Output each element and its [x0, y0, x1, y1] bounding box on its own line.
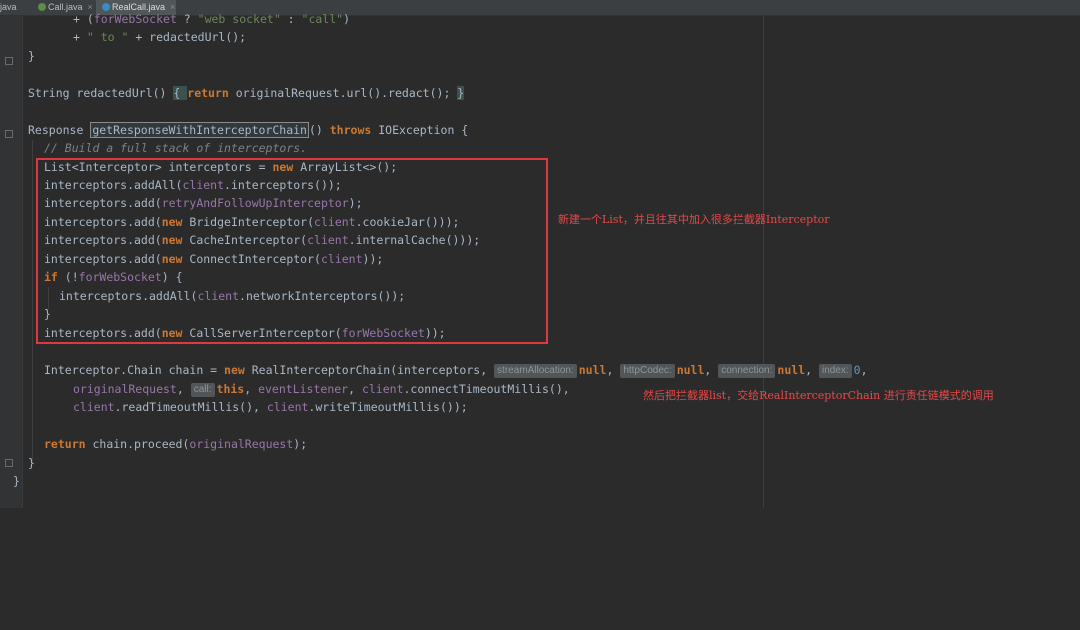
- code-line: String redactedUrl() { return originalRe…: [28, 86, 465, 100]
- code-line: Response getResponseWithInterceptorChain…: [28, 122, 469, 138]
- code-line: + (forWebSocket ? "web socket" : "call"): [73, 12, 351, 26]
- code-line: return chain.proceed(originalRequest);: [44, 437, 308, 451]
- param-hint: connection:: [718, 364, 776, 378]
- method-name-highlight[interactable]: getResponseWithInterceptorChain: [90, 122, 309, 138]
- code-line: Interceptor.Chain chain = new RealInterc…: [44, 363, 868, 378]
- param-hint: streamAllocation:: [494, 364, 577, 378]
- code-line: }: [13, 474, 20, 488]
- annotation-note: 然后把拦截器list，交给RealInterceptorChain 进行责任链模…: [643, 389, 994, 402]
- code-line: + " to " + redactedUrl();: [73, 30, 247, 44]
- code-line: client.readTimeoutMillis(), client.write…: [73, 400, 468, 414]
- param-hint: call:: [190, 383, 215, 397]
- code-comment: // Build a full stack of interceptors.: [44, 141, 308, 155]
- code-line: originalRequest, call: this, eventListene…: [73, 382, 570, 397]
- param-hint: httpCodec:: [620, 364, 675, 378]
- annotation-note: 新建一个List，并且往其中加入很多拦截器Interceptor: [558, 213, 830, 226]
- annotation-highlight-box: [36, 158, 548, 344]
- code-line: }: [28, 456, 35, 470]
- param-hint: index:: [818, 364, 852, 378]
- code-line: }: [28, 49, 35, 63]
